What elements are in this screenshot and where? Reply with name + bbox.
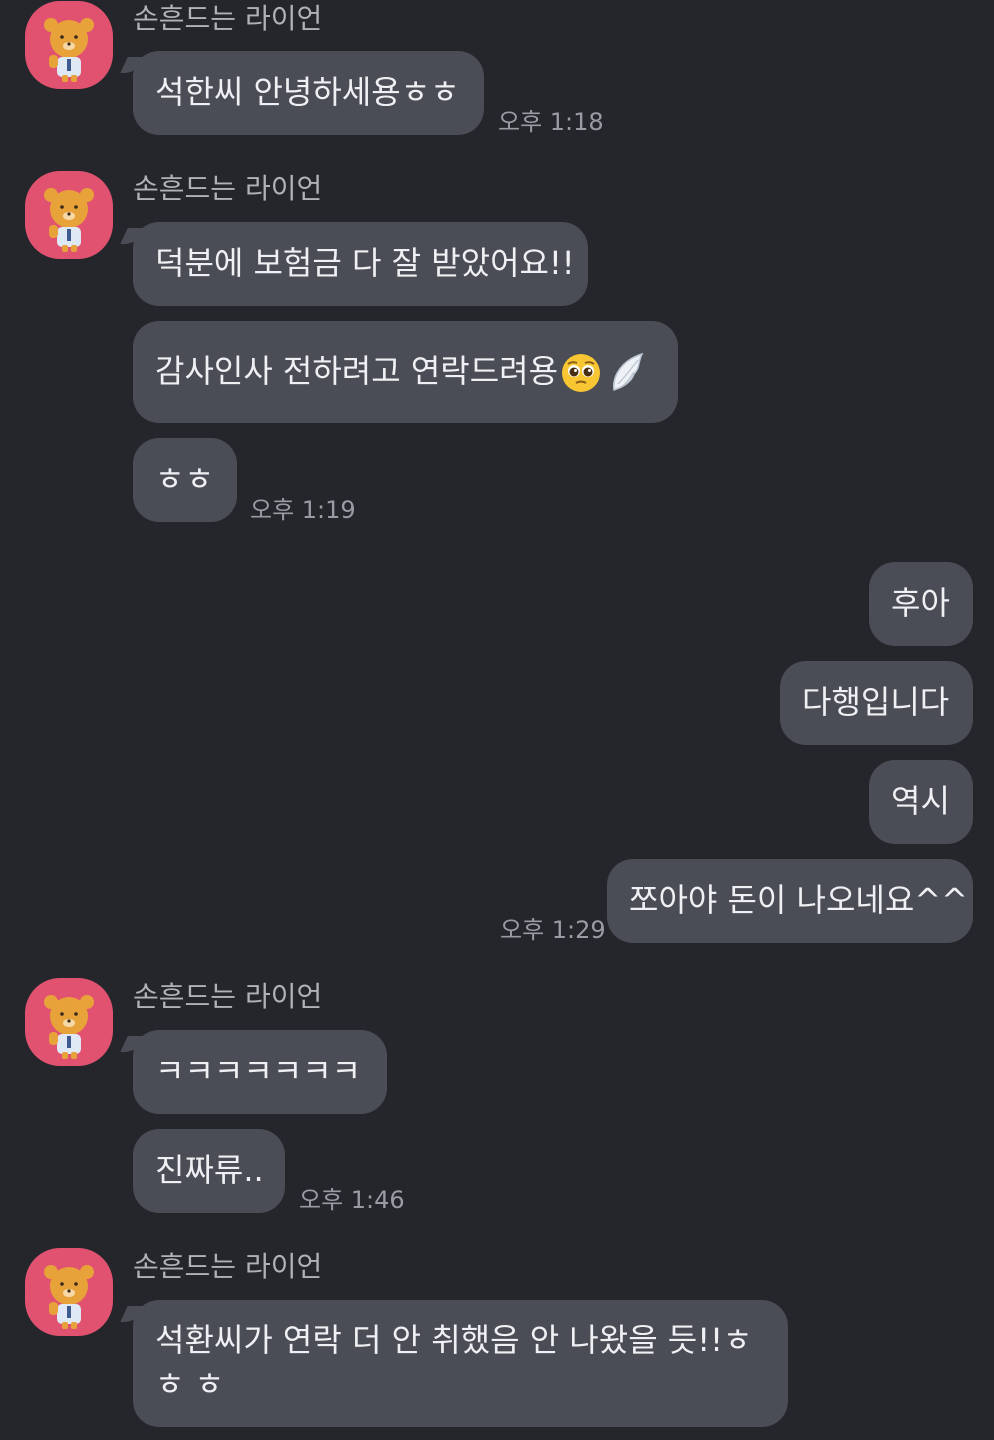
- ryan-avatar-icon: [44, 18, 94, 82]
- sender-name: 손흔드는 라이언: [133, 980, 323, 1013]
- message-bubble[interactable]: ㅋㅋㅋㅋㅋㅋㅋ: [133, 1030, 387, 1114]
- profile-avatar[interactable]: [25, 978, 113, 1066]
- message-text: 쪼아야 돈이 나오네요^^: [629, 881, 968, 919]
- angel-wing-emoji-icon: [613, 352, 644, 391]
- profile-avatar[interactable]: [25, 171, 113, 259]
- message-text: 역시: [891, 782, 950, 820]
- message-bubble[interactable]: 석환씨가 연락 더 안 취했음 안 나왔을 듯!!ㅎㅎ ㅎ: [133, 1300, 788, 1427]
- ryan-avatar-icon: [44, 995, 94, 1059]
- message-bubble[interactable]: 진짜류..: [133, 1129, 285, 1213]
- message-text: 다행입니다: [802, 683, 950, 721]
- pleading-face-emoji-icon: [562, 354, 601, 392]
- ryan-avatar-icon: [44, 188, 94, 252]
- message-text: 감사인사 전하려고 연락드려용: [155, 352, 559, 390]
- message-timestamp: 오후 1:46: [299, 1186, 405, 1214]
- message-text: ㅋㅋㅋㅋㅋㅋㅋ: [155, 1052, 362, 1090]
- message-bubble-outgoing[interactable]: 역시: [869, 760, 973, 844]
- message-text: 진짜류..: [155, 1151, 264, 1189]
- sender-name: 손흔드는 라이언: [133, 172, 323, 205]
- message-text: 석환씨가 연락 더 안 취했음 안 나왔을 듯!!ㅎㅎ ㅎ: [155, 1321, 753, 1403]
- message-bubble-outgoing[interactable]: 쪼아야 돈이 나오네요^^: [607, 859, 973, 943]
- chat-room: 손흔드는 라이언 석한씨 안녕하세용ㅎㅎ 오후 1:18 손흔드는 라이언 덕분…: [0, 0, 994, 1440]
- sender-name: 손흔드는 라이언: [133, 1250, 323, 1283]
- message-bubble[interactable]: 덕분에 보험금 다 잘 받았어요!!: [133, 222, 588, 306]
- message-bubble-outgoing[interactable]: 다행입니다: [780, 661, 973, 745]
- message-timestamp: 오후 1:29: [500, 916, 606, 944]
- profile-avatar[interactable]: [25, 1, 113, 89]
- sender-name: 손흔드는 라이언: [133, 2, 323, 35]
- message-bubble[interactable]: 석한씨 안녕하세용ㅎㅎ: [133, 51, 484, 135]
- message-text: 후아: [891, 584, 950, 622]
- message-text: 석한씨 안녕하세용ㅎㅎ: [155, 73, 460, 111]
- message-text: ㅎㅎ: [155, 460, 214, 498]
- message-bubble[interactable]: 감사인사 전하려고 연락드려용: [133, 321, 678, 423]
- profile-avatar[interactable]: [25, 1248, 113, 1336]
- message-text: 덕분에 보험금 다 잘 받았어요!!: [155, 244, 575, 282]
- message-bubble-outgoing[interactable]: 후아: [869, 562, 973, 646]
- message-timestamp: 오후 1:18: [498, 108, 604, 136]
- message-timestamp: 오후 1:19: [250, 496, 356, 524]
- message-bubble[interactable]: ㅎㅎ: [133, 438, 237, 522]
- ryan-avatar-icon: [44, 1265, 94, 1329]
